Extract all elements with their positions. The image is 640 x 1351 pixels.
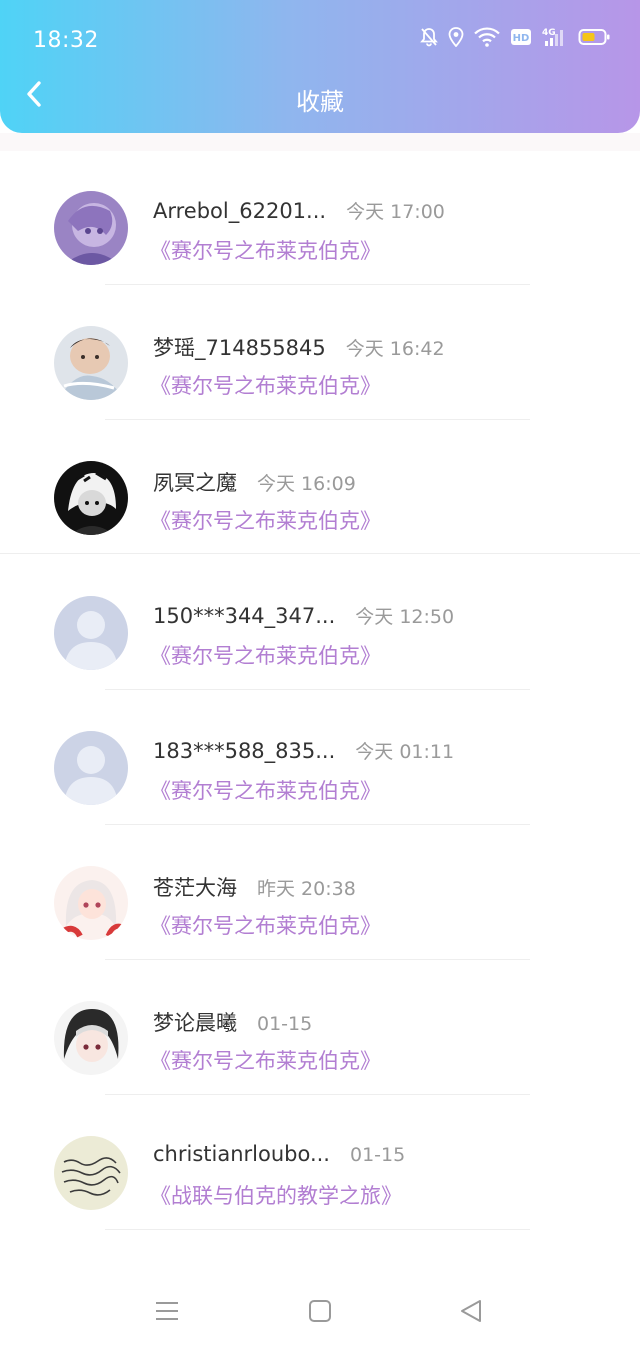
row-divider (105, 689, 530, 690)
user-name: 150***344_347... (153, 604, 336, 628)
row-divider (105, 419, 530, 420)
book-title[interactable]: 《赛尔号之布莱克伯克》 (150, 370, 381, 400)
menu-button[interactable] (152, 1298, 182, 1328)
page-title: 收藏 (296, 88, 344, 116)
list-item[interactable]: 150***344_347... 今天 12:50 《赛尔号之布莱克伯克》 (0, 556, 640, 691)
user-name: 183***588_835... (153, 739, 336, 763)
app-header: 18:32 HD 4G 收藏 (0, 0, 640, 133)
user-name: christianrloubo... (153, 1142, 330, 1166)
avatar[interactable] (54, 191, 128, 265)
timestamp: 今天 16:42 (345, 338, 445, 360)
status-icons: HD 4G (420, 26, 610, 48)
book-title[interactable]: 《赛尔号之布莱克伯克》 (150, 910, 381, 940)
location-pin-icon (448, 27, 464, 47)
hd-label: HD (513, 33, 530, 44)
4g-signal-icon: 4G (542, 26, 568, 48)
back-nav-button[interactable] (456, 1298, 486, 1328)
avatar[interactable] (54, 866, 128, 940)
book-title[interactable]: 《赛尔号之布莱克伯克》 (150, 775, 381, 805)
book-title[interactable]: 《赛尔号之布莱克伯克》 (150, 1045, 381, 1075)
status-time: 18:32 (33, 28, 99, 53)
menu-icon (154, 1300, 180, 1326)
section-divider (0, 553, 640, 554)
default-avatar[interactable] (54, 731, 128, 805)
user-name: 梦瑶_714855845 (153, 336, 326, 360)
row-divider (105, 284, 530, 285)
timestamp: 昨天 20:38 (257, 878, 356, 900)
wifi-icon (474, 27, 500, 47)
avatar[interactable] (54, 1136, 128, 1210)
book-title[interactable]: 《赛尔号之布莱克伯克》 (150, 640, 381, 670)
timestamp: 01-15 (257, 1013, 313, 1035)
default-avatar[interactable] (54, 596, 128, 670)
timestamp: 今天 17:00 (346, 201, 445, 223)
system-nav-bar (0, 1270, 640, 1351)
timestamp: 今天 16:09 (257, 473, 356, 495)
avatar[interactable] (54, 461, 128, 535)
row-divider (105, 1229, 530, 1230)
list-item[interactable]: 苍茫大海 昨天 20:38 《赛尔号之布莱克伯克》 (0, 826, 640, 961)
list-item[interactable]: 梦瑶_714855845 今天 16:42 《赛尔号之布莱克伯克》 (0, 286, 640, 421)
list-item[interactable]: 梦论晨曦 01-15 《赛尔号之布莱克伯克》 (0, 961, 640, 1096)
back-triangle-icon (458, 1298, 484, 1328)
avatar[interactable] (54, 1001, 128, 1075)
list-item[interactable]: Arrebol_62201... 今天 17:00 《赛尔号之布莱克伯克》 (0, 151, 640, 286)
user-name: 梦论晨曦 (153, 1011, 237, 1035)
row-divider (105, 959, 530, 960)
home-square-icon (308, 1299, 332, 1327)
header-shadow-band (0, 133, 640, 151)
mute-bell-icon (420, 27, 438, 47)
home-button[interactable] (305, 1298, 335, 1328)
avatar[interactable] (54, 326, 128, 400)
status-bar: 18:32 HD 4G (0, 0, 640, 80)
book-title[interactable]: 《战联与伯克的教学之旅》 (150, 1180, 402, 1210)
timestamp: 01-15 (349, 1144, 406, 1166)
hd-icon: HD (510, 27, 532, 47)
user-name: 夙冥之魔 (153, 471, 237, 495)
row-divider (105, 1094, 530, 1095)
network-label: 4G (542, 28, 556, 38)
timestamp: 今天 12:50 (355, 606, 455, 628)
list-item[interactable]: 夙冥之魔 今天 16:09 《赛尔号之布莱克伯克》 (0, 421, 640, 556)
book-title[interactable]: 《赛尔号之布莱克伯克》 (150, 505, 381, 535)
list-item[interactable]: 183***588_835... 今天 01:11 《赛尔号之布莱克伯克》 (0, 691, 640, 826)
book-title[interactable]: 《赛尔号之布莱克伯克》 (150, 235, 381, 265)
timestamp: 今天 01:11 (355, 741, 455, 763)
user-name: Arrebol_62201... (153, 199, 327, 223)
row-divider (105, 824, 530, 825)
user-name: 苍茫大海 (153, 876, 237, 900)
list-item[interactable]: christianrloubo... 01-15 《战联与伯克的教学之旅》 (0, 1096, 640, 1231)
battery-icon (578, 27, 610, 47)
